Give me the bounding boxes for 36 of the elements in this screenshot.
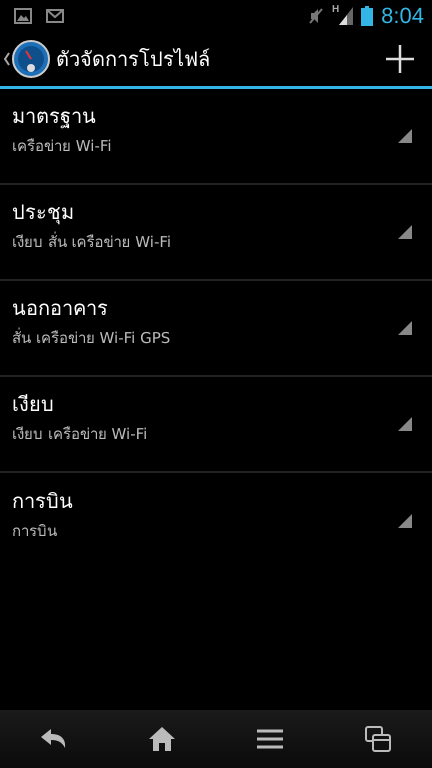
corner-triangle-icon [398,321,412,335]
back-arrow-icon [41,729,67,749]
home-icon [149,727,175,751]
mute-icon [308,7,324,25]
caret-icon [4,52,10,66]
profile-item[interactable]: เงียบ เงียบ เครือข่าย Wi-Fi [0,377,432,473]
profile-item[interactable]: มาตรฐาน เครือข่าย Wi-Fi [0,89,432,185]
corner-triangle-icon [398,129,412,143]
windows-icon [365,726,391,752]
profile-name: การบิน [12,488,74,515]
profile-summary: การบิน [12,521,58,542]
corner-triangle-icon [398,417,412,431]
network-type: H [332,4,340,15]
menu-icon [257,729,283,749]
profile-name: มาตรฐาน [12,103,97,130]
profile-item[interactable]: นอกอาคาร สั่น เครือข่าย Wi-Fi GPS [0,281,432,377]
profile-item[interactable]: ประชุม เงียบ สั่น เครือข่าย Wi-Fi [0,185,432,281]
plus-icon [386,45,414,73]
picture-icon [14,8,32,24]
mail-icon [46,8,64,24]
clock: 8:04 [381,3,424,29]
profile-summary: เงียบ เครือข่าย Wi-Fi [12,424,148,445]
profile-summary: สั่น เครือข่าย Wi-Fi GPS [12,326,172,349]
screen-title: ตัวจัดการโปรไฟล์ [56,46,211,73]
signal-icon [339,7,354,25]
profile-name: เงียบ [12,391,55,418]
profile-summary: เครือข่าย Wi-Fi [12,136,113,157]
app-icon-button[interactable] [4,40,50,78]
gauge-icon [12,40,50,78]
corner-triangle-icon [398,225,412,239]
battery-icon [361,6,374,26]
profile-name: นอกอาคาร [12,295,109,322]
profile-name: ประชุม [12,199,75,226]
corner-triangle-icon [398,514,412,528]
profile-summary: เงียบ สั่น เครือข่าย Wi-Fi [12,230,172,253]
profile-item[interactable]: การบิน การบิน [0,473,432,569]
